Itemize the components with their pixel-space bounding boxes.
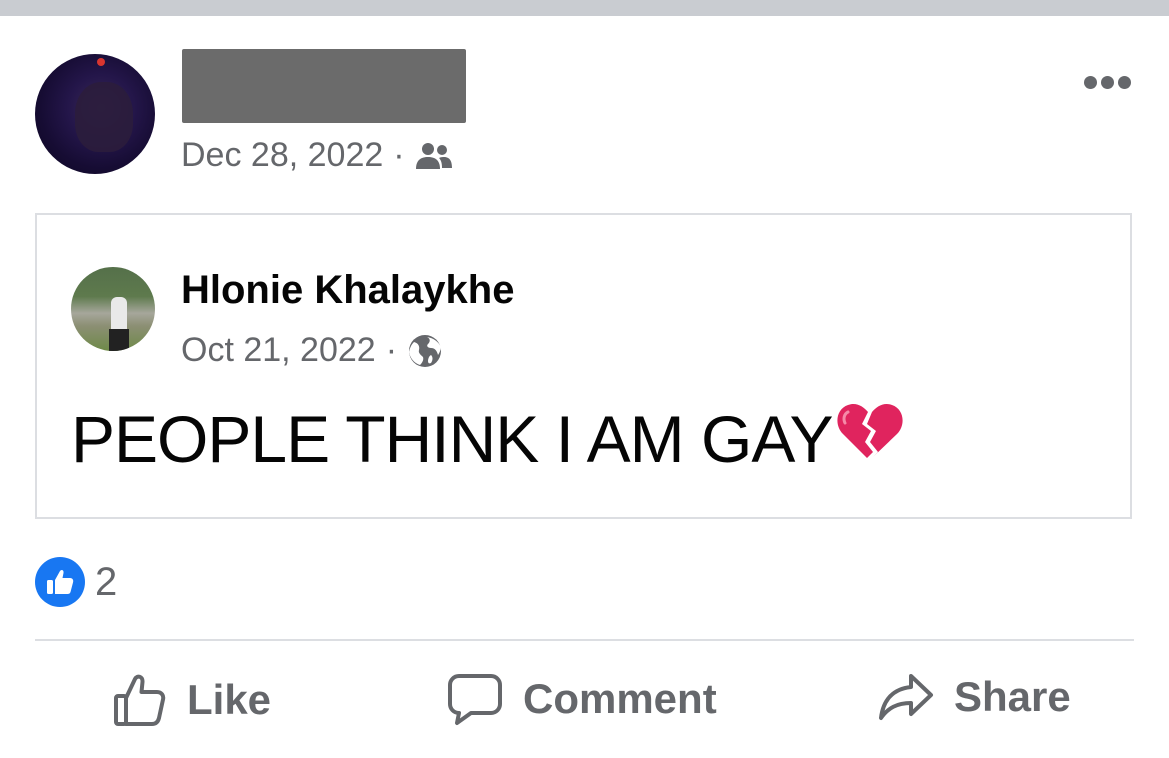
more-options-button[interactable]	[1084, 76, 1131, 89]
shared-post-date[interactable]: Oct 21, 2022	[181, 331, 376, 370]
comment-label: Comment	[523, 675, 717, 722]
avatar-legs	[109, 329, 129, 351]
avatar-glow	[97, 58, 105, 66]
poster-avatar[interactable]	[35, 54, 155, 174]
meta-separator: ·	[385, 331, 398, 369]
share-button[interactable]: Share	[878, 672, 1071, 722]
thumbs-up-icon	[114, 674, 166, 726]
more-dot	[1101, 76, 1114, 89]
broken-heart-icon	[832, 400, 904, 477]
avatar-face	[75, 82, 133, 152]
more-dot	[1084, 76, 1097, 89]
globe-icon[interactable]	[407, 333, 443, 369]
friends-icon[interactable]	[415, 141, 453, 171]
post-text-content: PEOPLE THINK I AM GAY	[71, 401, 833, 476]
shared-post-text: PEOPLE THINK I AM GAY	[71, 400, 904, 477]
shared-author-name[interactable]: Hlonie Khalaykhe	[181, 268, 514, 313]
comment-icon	[448, 674, 502, 725]
like-reaction-icon	[35, 557, 85, 607]
top-strip	[0, 0, 1169, 16]
shared-post-meta: Oct 21, 2022 ·	[181, 331, 443, 370]
comment-button[interactable]: Comment	[447, 672, 717, 726]
share-label: Share	[954, 673, 1071, 720]
post-meta: Dec 28, 2022 ·	[181, 136, 453, 175]
reaction-summary[interactable]: 2	[35, 557, 117, 607]
post-date[interactable]: Dec 28, 2022	[181, 136, 383, 175]
shared-author-avatar[interactable]	[71, 267, 155, 351]
redacted-poster-name	[182, 49, 466, 123]
like-button[interactable]: Like	[113, 672, 271, 728]
share-arrow-icon	[879, 674, 933, 720]
like-label: Like	[187, 676, 272, 723]
more-dot	[1118, 76, 1131, 89]
reaction-count: 2	[95, 559, 118, 604]
meta-separator: ·	[393, 136, 405, 174]
actions-divider	[35, 639, 1134, 641]
